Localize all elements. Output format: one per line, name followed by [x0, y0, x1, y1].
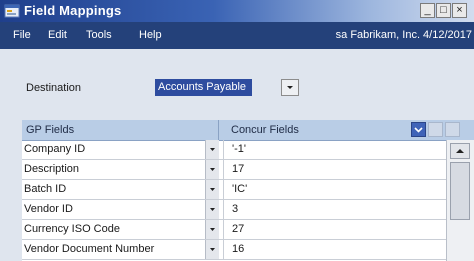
- title-bar[interactable]: Field Mappings _ □ ×: [0, 0, 474, 22]
- concur-field-cell[interactable]: 17: [223, 160, 446, 179]
- menu-edit[interactable]: Edit: [48, 29, 67, 41]
- menu-tools[interactable]: Tools: [86, 29, 112, 41]
- vertical-scrollbar[interactable]: [446, 140, 474, 261]
- company-date-info: sa Fabrikam, Inc. 4/12/2017: [335, 29, 472, 41]
- dropdown-arrow-icon: [210, 228, 215, 231]
- gp-field-cell[interactable]: Description: [22, 160, 203, 179]
- table-row[interactable]: Description 17: [22, 160, 446, 180]
- dropdown-arrow-icon: [210, 208, 215, 211]
- table-row[interactable]: Currency ISO Code 27: [22, 220, 446, 240]
- gp-field-cell[interactable]: Vendor ID: [22, 200, 203, 219]
- header-divider: [218, 120, 219, 140]
- scroll-up-button[interactable]: [450, 143, 470, 159]
- gp-field-dropdown-button[interactable]: [205, 140, 219, 159]
- dropdown-arrow-icon: [210, 148, 215, 151]
- window-title: Field Mappings: [24, 3, 122, 18]
- gp-field-cell[interactable]: Vendor Document Number: [22, 240, 203, 259]
- field-mappings-window: Field Mappings _ □ × File Edit Tools Hel…: [0, 0, 474, 261]
- scroll-up-arrow-icon: [456, 149, 464, 153]
- maximize-icon: □: [440, 4, 447, 16]
- table-row[interactable]: Vendor ID 3: [22, 200, 446, 220]
- dropdown-arrow-icon: [210, 248, 215, 251]
- table-row[interactable]: Batch ID 'IC': [22, 180, 446, 200]
- dropdown-arrow-icon: [287, 86, 293, 89]
- dropdown-arrow-icon: [210, 188, 215, 191]
- concur-field-cell[interactable]: '-1': [223, 140, 446, 159]
- menu-help[interactable]: Help: [139, 29, 162, 41]
- menu-bar: File Edit Tools Help sa Fabrikam, Inc. 4…: [0, 22, 474, 49]
- gp-field-dropdown-button[interactable]: [205, 240, 219, 259]
- destination-select[interactable]: Accounts Payable: [155, 79, 252, 96]
- menu-file[interactable]: File: [13, 29, 31, 41]
- table-row[interactable]: Vendor Document Number 16: [22, 240, 446, 260]
- table-row[interactable]: Company ID '-1': [22, 140, 446, 160]
- concur-field-cell[interactable]: 27: [223, 220, 446, 239]
- header-concur-fields[interactable]: Concur Fields: [231, 124, 299, 136]
- gp-field-cell[interactable]: Company ID: [22, 140, 203, 159]
- grid-header: GP Fields Concur Fields: [22, 120, 474, 141]
- header-gp-fields[interactable]: GP Fields: [26, 124, 74, 136]
- gp-field-dropdown-button[interactable]: [205, 200, 219, 219]
- mappings-grid: GP Fields Concur Fields Company ID '-1' …: [22, 120, 474, 261]
- app-icon: [4, 4, 20, 18]
- destination-dropdown-button[interactable]: [281, 79, 299, 96]
- gp-field-dropdown-button[interactable]: [205, 180, 219, 199]
- gp-field-cell[interactable]: Currency ISO Code: [22, 220, 203, 239]
- concur-field-cell[interactable]: 16: [223, 240, 446, 259]
- grid-tool-button[interactable]: [428, 122, 443, 137]
- gp-field-dropdown-button[interactable]: [205, 160, 219, 179]
- concur-field-cell[interactable]: 'IC': [223, 180, 446, 199]
- chevron-down-icon: [414, 127, 423, 133]
- close-button[interactable]: ×: [452, 3, 467, 18]
- grid-tool-button-2[interactable]: [445, 122, 460, 137]
- gp-field-cell[interactable]: Batch ID: [22, 180, 203, 199]
- maximize-button[interactable]: □: [436, 3, 451, 18]
- expand-grid-button[interactable]: [411, 122, 426, 137]
- scroll-thumb[interactable]: [450, 162, 470, 220]
- minimize-icon: _: [424, 4, 431, 16]
- close-icon: ×: [456, 4, 463, 16]
- concur-field-cell[interactable]: 3: [223, 200, 446, 219]
- minimize-button[interactable]: _: [420, 3, 435, 18]
- gp-field-dropdown-button[interactable]: [205, 220, 219, 239]
- dropdown-arrow-icon: [210, 168, 215, 171]
- destination-label: Destination: [26, 82, 82, 94]
